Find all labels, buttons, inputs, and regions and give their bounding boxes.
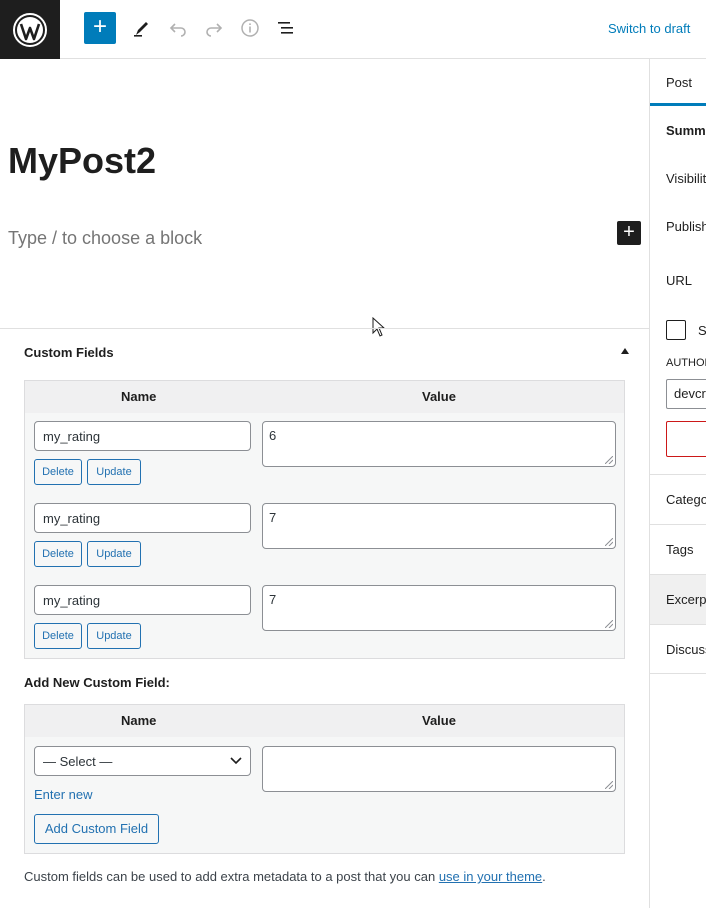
metabox-title: Custom Fields: [24, 345, 114, 360]
help-text: Custom fields can be used to add extra m…: [24, 869, 439, 884]
move-to-trash-button[interactable]: [666, 421, 706, 457]
panel-categories[interactable]: Catego: [650, 474, 706, 524]
undo-icon[interactable]: [162, 12, 194, 44]
field-key-input[interactable]: my_rating: [34, 421, 251, 451]
new-field-value-textarea[interactable]: [262, 746, 616, 792]
inline-add-block-button[interactable]: +: [617, 221, 641, 245]
visibility-label: Visibilit: [666, 171, 706, 186]
details-info-icon[interactable]: [234, 12, 266, 44]
field-value-text: 7: [269, 510, 277, 525]
editor-header: + Switch to draft: [0, 0, 706, 59]
panel-excerpt[interactable]: Excerpt: [650, 574, 706, 624]
column-header-name: Name: [121, 389, 157, 404]
field-value-textarea[interactable]: 7: [262, 585, 616, 631]
column-header-value: Value: [422, 389, 456, 404]
add-custom-field-button[interactable]: Add Custom Field: [34, 814, 159, 844]
url-label: URL: [666, 273, 693, 288]
column-header-value: Value: [422, 713, 456, 728]
custom-fields-table: Name Value my_rating 6 Delete Update my_…: [24, 380, 625, 659]
meta-key-select[interactable]: — Select —: [34, 746, 251, 776]
table-row: my_rating 6 Delete Update: [25, 421, 624, 503]
use-in-theme-link[interactable]: use in your theme: [439, 869, 542, 884]
meta-key-select-value: — Select —: [43, 754, 113, 769]
field-value-text: 7: [269, 592, 277, 607]
chevron-down-icon: [230, 757, 242, 765]
editor-canvas: MyPost2 Type / to choose a block +: [0, 60, 649, 337]
switch-to-draft-button[interactable]: Switch to draft: [608, 21, 690, 36]
table-header: Name Value: [25, 381, 624, 413]
publish-label: Publish: [666, 219, 706, 234]
table-row: my_rating 7 Delete Update: [25, 503, 624, 585]
field-key-input[interactable]: my_rating: [34, 585, 251, 615]
update-button[interactable]: Update: [87, 623, 141, 649]
add-block-button[interactable]: +: [84, 12, 116, 44]
list-view-icon[interactable]: [270, 12, 302, 44]
update-button[interactable]: Update: [87, 459, 141, 485]
collapse-toggle-icon[interactable]: [621, 348, 629, 354]
update-button[interactable]: Update: [87, 541, 141, 567]
table-header: Name Value: [25, 705, 624, 737]
discussion-label: Discuss: [666, 642, 706, 657]
add-custom-field-table: Name Value — Select — Enter new Add Cust…: [24, 704, 625, 854]
field-value-textarea[interactable]: 7: [262, 503, 616, 549]
tab-post[interactable]: Post: [650, 59, 706, 106]
field-value-text: 6: [269, 428, 277, 443]
field-key-input[interactable]: my_rating: [34, 503, 251, 533]
excerpt-label: Excerpt: [666, 592, 706, 607]
resize-handle-icon[interactable]: [605, 620, 613, 628]
column-header-name: Name: [121, 713, 157, 728]
settings-sidebar: Post Summa Visibilit Publish URL St AUTH…: [649, 59, 706, 908]
delete-button[interactable]: Delete: [34, 623, 82, 649]
resize-handle-icon[interactable]: [605, 781, 613, 789]
author-select[interactable]: devcr: [666, 379, 706, 409]
custom-fields-help-text: Custom fields can be used to add extra m…: [24, 869, 546, 884]
field-value-textarea[interactable]: 6: [262, 421, 616, 467]
add-new-custom-field-heading: Add New Custom Field:: [24, 675, 170, 690]
panel-discussion[interactable]: Discuss: [650, 624, 706, 674]
sticky-label: St: [698, 323, 706, 338]
sticky-checkbox[interactable]: [666, 320, 686, 340]
panel-tags[interactable]: Tags: [650, 524, 706, 574]
post-title[interactable]: MyPost2: [8, 140, 156, 182]
wordpress-logo-icon[interactable]: [0, 0, 60, 59]
block-placeholder[interactable]: Type / to choose a block: [8, 228, 202, 249]
table-row: my_rating 7 Delete Update: [25, 585, 624, 667]
resize-handle-icon[interactable]: [605, 456, 613, 464]
help-text-end: .: [542, 869, 546, 884]
delete-button[interactable]: Delete: [34, 541, 82, 567]
active-tab-indicator: [650, 103, 706, 106]
categories-label: Catego: [666, 492, 706, 507]
delete-button[interactable]: Delete: [34, 459, 82, 485]
enter-new-link[interactable]: Enter new: [34, 787, 93, 802]
summary-heading[interactable]: Summa: [666, 123, 706, 138]
tags-label: Tags: [666, 542, 694, 557]
tab-post-label: Post: [666, 75, 693, 90]
redo-icon[interactable]: [198, 12, 230, 44]
custom-fields-metabox: Custom Fields Name Value my_rating 6 Del…: [0, 328, 649, 908]
author-heading: AUTHOR: [666, 357, 706, 369]
edit-tool-icon[interactable]: [126, 12, 158, 44]
resize-handle-icon[interactable]: [605, 538, 613, 546]
